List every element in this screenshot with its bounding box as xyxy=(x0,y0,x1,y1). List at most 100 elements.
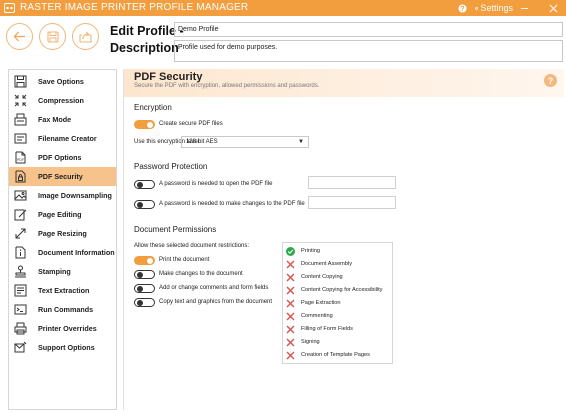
description-label: Description xyxy=(110,41,179,55)
sidebar-item-label: Text Extraction xyxy=(38,286,90,295)
x-mark-icon xyxy=(286,338,295,347)
pdf-security-panel: PDF Security Secure the PDF with encrypt… xyxy=(123,69,564,410)
gear-icon xyxy=(475,6,479,10)
sidebar-item-support-options[interactable]: Support Options xyxy=(9,338,116,357)
permission-label: Page Extraction xyxy=(301,300,341,306)
change-password-toggle[interactable] xyxy=(134,200,155,209)
sidebar-item-filename-creator[interactable]: Filename Creator xyxy=(9,129,116,148)
open-password-label: A password is needed to open the PDF fil… xyxy=(159,181,273,187)
filename-icon xyxy=(14,133,27,144)
sidebar-item-run-commands[interactable]: Run Commands xyxy=(9,300,116,319)
title-bar: RASTER IMAGE PRINTER PROFILE MANAGER ? S… xyxy=(0,0,566,16)
edit-profile-label: Edit Profile - xyxy=(110,24,184,38)
permissions-allow-label: Allow these selected document restrictio… xyxy=(134,243,250,249)
floppy-disk-icon xyxy=(46,30,59,43)
sidebar-item-save-options[interactable]: Save Options xyxy=(9,72,116,91)
settings-button[interactable]: Settings xyxy=(475,1,513,15)
support-icon xyxy=(14,341,27,353)
stamp-icon xyxy=(15,265,26,278)
sidebar-item-document-information[interactable]: Document Information xyxy=(9,243,116,262)
copy-text-label: Copy text and graphics from the document xyxy=(159,299,273,305)
change-password-input[interactable] xyxy=(308,196,396,209)
sidebar-item-label: Save Options xyxy=(38,77,84,86)
text-extract-icon xyxy=(14,284,27,297)
make-changes-toggle[interactable] xyxy=(134,270,155,279)
list-item: Document Assembly xyxy=(283,258,393,271)
help-icon[interactable]: ? xyxy=(544,74,557,87)
password-heading: Password Protection xyxy=(134,162,208,171)
sidebar-item-label: PDF Security xyxy=(38,172,83,181)
comments-forms-label: Add or change comments and form fields xyxy=(159,285,269,291)
app-title: RASTER IMAGE PRINTER PROFILE MANAGER xyxy=(20,2,249,13)
terminal-icon xyxy=(14,304,27,315)
encryption-level-select[interactable]: 128-bit AES ▼ xyxy=(181,136,309,148)
open-password-input[interactable] xyxy=(308,176,396,189)
change-password-label: A password is needed to make changes to … xyxy=(159,201,305,207)
sidebar-item-label: Image Downsampling xyxy=(38,191,112,200)
fax-icon xyxy=(14,113,27,126)
list-item: Creation of Template Pages xyxy=(283,349,393,362)
permission-label: Commenting xyxy=(301,313,333,319)
close-button[interactable] xyxy=(547,1,559,15)
open-password-toggle[interactable] xyxy=(134,180,155,189)
profile-description-input[interactable]: Profile used for demo purposes. xyxy=(174,40,563,62)
sidebar-item-pdf-security[interactable]: PDF Security xyxy=(9,167,116,186)
copy-text-toggle[interactable] xyxy=(134,298,155,307)
info-icon xyxy=(15,246,26,259)
make-changes-label: Make changes to the document xyxy=(159,271,243,277)
save-button[interactable] xyxy=(39,23,66,50)
sidebar-item-page-resizing[interactable]: Page Resizing xyxy=(9,224,116,243)
sidebar-item-stamping[interactable]: Stamping xyxy=(9,262,116,281)
sidebar-item-page-editing[interactable]: Page Editing xyxy=(9,205,116,224)
sidebar-item-label: PDF Options xyxy=(38,153,82,162)
print-document-toggle[interactable] xyxy=(134,256,155,265)
chevron-down-icon: ▼ xyxy=(298,139,304,145)
sidebar-item-image-downsampling[interactable]: Image Downsampling xyxy=(9,186,116,205)
sidebar-item-compression[interactable]: Compression xyxy=(9,91,116,110)
edit-icon xyxy=(14,209,27,221)
list-item: Content Copying for Accessibility xyxy=(283,284,393,297)
help-button[interactable]: ? xyxy=(456,1,468,15)
sidebar-item-label: Run Commands xyxy=(38,305,94,314)
permission-label: Document Assembly xyxy=(301,261,352,267)
list-item: Printing xyxy=(283,245,393,258)
permission-label: Content Copying xyxy=(301,274,343,280)
list-item: Commenting xyxy=(283,310,393,323)
sidebar-item-fax-mode[interactable]: Fax Mode xyxy=(9,110,116,129)
back-button[interactable] xyxy=(6,23,33,50)
close-icon xyxy=(549,4,557,12)
check-circle-icon xyxy=(286,247,295,256)
permission-label: Content Copying for Accessibility xyxy=(301,287,383,293)
sidebar-item-text-extraction[interactable]: Text Extraction xyxy=(9,281,116,300)
permission-label: Printing xyxy=(301,248,320,254)
x-mark-icon xyxy=(286,260,295,269)
sidebar-item-label: Document Information xyxy=(38,248,115,257)
permissions-list: Printing Document Assembly Content Copyi… xyxy=(282,242,393,364)
print-document-label: Print the document xyxy=(159,257,210,263)
export-button[interactable] xyxy=(72,23,99,50)
comments-forms-toggle[interactable] xyxy=(134,284,155,293)
encryption-heading: Encryption xyxy=(134,103,172,112)
x-mark-icon xyxy=(286,325,295,334)
app-logo-icon xyxy=(4,3,15,13)
section-subtitle: Secure the PDF with encryption, allowed … xyxy=(134,83,320,89)
profile-name-input[interactable]: Demo Profile xyxy=(174,22,563,37)
permission-label: Filling of Form Fields xyxy=(301,326,353,332)
list-item: Content Copying xyxy=(283,271,393,284)
settings-label: Settings xyxy=(480,3,513,13)
printer-icon xyxy=(14,322,27,335)
section-title: PDF Security xyxy=(134,71,203,83)
x-mark-icon xyxy=(286,286,295,295)
export-icon xyxy=(79,31,92,43)
image-icon xyxy=(14,190,27,201)
permissions-heading: Document Permissions xyxy=(134,225,217,234)
svg-text:?: ? xyxy=(460,4,464,13)
minimize-button[interactable] xyxy=(518,1,530,15)
sidebar-item-pdf-options[interactable]: PDF PDF Options xyxy=(9,148,116,167)
permission-label: Signing xyxy=(301,339,320,345)
x-mark-icon xyxy=(286,312,295,321)
list-item: Signing xyxy=(283,336,393,349)
sidebar-item-printer-overrides[interactable]: Printer Overrides xyxy=(9,319,116,338)
list-item: Page Extraction xyxy=(283,297,393,310)
create-secure-toggle[interactable] xyxy=(134,120,155,129)
